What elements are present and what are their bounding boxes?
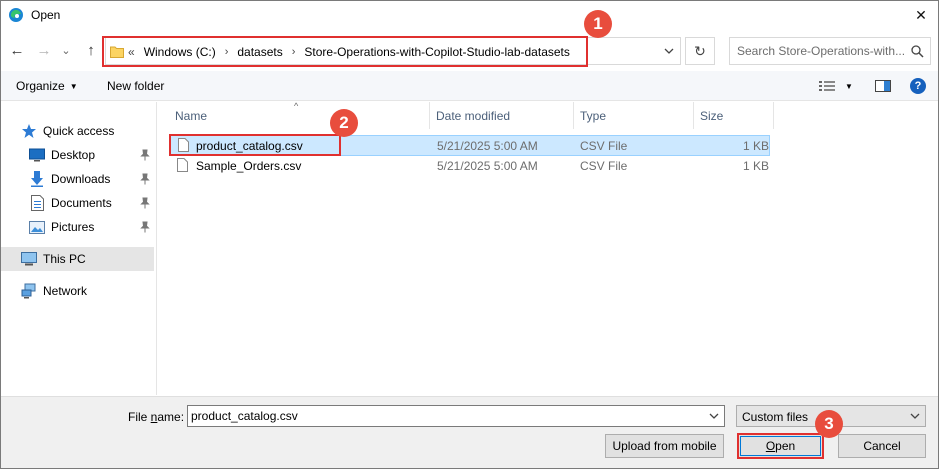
computer-icon xyxy=(21,251,37,267)
file-name: Sample_Orders.csv xyxy=(196,159,302,173)
chevron-down-icon[interactable] xyxy=(709,411,719,421)
pin-icon[interactable] xyxy=(140,173,150,185)
column-header-name[interactable]: Name xyxy=(175,102,207,129)
close-button[interactable]: ✕ xyxy=(904,1,938,29)
help-icon: ? xyxy=(910,78,926,94)
preview-pane-button[interactable] xyxy=(875,80,891,92)
file-type: CSV File xyxy=(580,139,628,153)
window-title: Open xyxy=(31,8,61,22)
pin-icon[interactable] xyxy=(140,149,150,161)
network-icon xyxy=(21,283,37,299)
file-name-combobox[interactable] xyxy=(187,405,725,427)
column-divider[interactable] xyxy=(429,102,430,129)
new-folder-button[interactable]: New folder xyxy=(107,79,164,93)
pin-icon[interactable] xyxy=(140,197,150,209)
file-icon xyxy=(177,158,188,172)
file-date-modified: 5/21/2025 5:00 AM xyxy=(437,139,538,153)
sidebar-item-pictures[interactable]: Pictures xyxy=(29,216,139,238)
back-button[interactable]: ← xyxy=(8,41,26,59)
file-type: CSV File xyxy=(580,159,628,173)
open-label: Open xyxy=(766,439,795,453)
column-header-type[interactable]: Type xyxy=(580,102,606,129)
sidebar-item-this-pc[interactable]: This PC xyxy=(1,247,154,271)
file-date-modified: 5/21/2025 5:00 AM xyxy=(437,159,538,173)
callout-badge-2: 2 xyxy=(330,109,358,137)
view-options-button[interactable]: ▼ xyxy=(819,80,853,92)
pin-icon[interactable] xyxy=(140,221,150,233)
title-bar: Open ✕ xyxy=(1,1,938,29)
column-divider[interactable] xyxy=(773,102,774,129)
navigation-pane: Quick access Desktop Downloads Documents… xyxy=(1,102,157,395)
sidebar-item-quick-access[interactable]: Quick access xyxy=(21,120,141,142)
open-button[interactable]: Open xyxy=(737,433,824,459)
downloads-icon xyxy=(29,171,45,187)
refresh-button[interactable]: ↻ xyxy=(685,37,715,65)
search-input[interactable] xyxy=(737,44,905,58)
cancel-label: Cancel xyxy=(863,439,901,453)
preview-pane-icon xyxy=(875,80,891,92)
help-button[interactable]: ? xyxy=(910,78,926,94)
column-header-date-modified[interactable]: Date modified xyxy=(436,102,510,129)
file-name-input[interactable] xyxy=(191,409,701,423)
open-label-accesskey: O xyxy=(765,439,776,453)
open-dialog: Open ✕ ← → ⌄ ↑ « Windows (C:) › datasets xyxy=(0,0,939,469)
sidebar-item-label: Quick access xyxy=(43,124,115,138)
file-name-label-part: ame: xyxy=(157,410,185,424)
file-size: 1 KB xyxy=(743,159,770,173)
upload-from-mobile-button[interactable]: Upload from mobile xyxy=(605,434,724,458)
address-dropdown-icon[interactable] xyxy=(664,46,674,56)
details-view-icon xyxy=(819,81,835,91)
column-header-size[interactable]: Size xyxy=(700,102,723,129)
file-type-value: Custom files xyxy=(742,410,809,424)
sidebar-item-documents[interactable]: Documents xyxy=(29,192,139,214)
new-folder-label: New folder xyxy=(107,79,165,93)
caret-down-icon: ▼ xyxy=(845,81,853,91)
refresh-icon: ↻ xyxy=(694,42,706,59)
callout-badge-1: 1 xyxy=(584,10,612,38)
column-divider[interactable] xyxy=(693,102,694,129)
sidebar-item-label: Network xyxy=(43,284,88,298)
up-button[interactable]: ↑ xyxy=(82,41,100,59)
bottom-panel: File name: Custom files Upload from mobi… xyxy=(1,396,938,468)
forward-button[interactable]: → xyxy=(35,41,53,59)
file-name-label: File name: xyxy=(128,410,184,424)
search-box[interactable] xyxy=(729,37,931,65)
sidebar-item-label: Documents xyxy=(51,196,112,210)
pictures-icon xyxy=(29,219,45,235)
sidebar-item-downloads[interactable]: Downloads xyxy=(29,168,139,190)
arrow-up-icon: ↑ xyxy=(87,41,95,59)
callout-badge-3: 3 xyxy=(815,410,843,438)
sort-ascending-icon: ^ xyxy=(294,101,299,111)
upload-from-mobile-label: Upload from mobile xyxy=(612,439,717,453)
arrow-right-icon: → xyxy=(36,41,52,59)
caret-down-icon: ▼ xyxy=(69,81,78,91)
sidebar-item-desktop[interactable]: Desktop xyxy=(29,144,139,166)
close-icon: ✕ xyxy=(915,6,927,23)
file-highlight-box xyxy=(169,134,341,156)
edge-browser-icon xyxy=(9,8,23,22)
column-divider[interactable] xyxy=(573,102,574,129)
file-size: 1 KB xyxy=(743,139,770,153)
sidebar-item-label: Downloads xyxy=(51,172,111,186)
desktop-icon xyxy=(29,147,45,163)
sidebar-item-label: Pictures xyxy=(51,220,95,234)
file-row-sample-orders[interactable]: Sample_Orders.csv 5/21/2025 5:00 AM CSV … xyxy=(169,156,770,177)
organize-label: Organize xyxy=(16,79,65,93)
cancel-button[interactable]: Cancel xyxy=(838,434,926,458)
recent-locations-button[interactable]: ⌄ xyxy=(60,41,72,59)
open-label-rest: pen xyxy=(775,439,796,453)
sidebar-item-label: This PC xyxy=(43,252,86,266)
star-icon xyxy=(21,123,37,139)
sidebar-item-network[interactable]: Network xyxy=(21,280,141,302)
organize-menu[interactable]: Organize ▼ xyxy=(16,79,78,93)
chevron-down-icon xyxy=(910,413,920,419)
documents-icon xyxy=(29,195,45,211)
arrow-left-icon: ← xyxy=(9,41,25,59)
chevron-down-icon: ⌄ xyxy=(61,44,71,57)
file-name-label-part: File xyxy=(128,410,151,424)
command-toolbar: Organize ▼ New folder ▼ ? xyxy=(1,71,938,101)
search-icon xyxy=(911,45,924,58)
sidebar-item-label: Desktop xyxy=(51,148,96,162)
address-highlight-box xyxy=(102,36,588,67)
